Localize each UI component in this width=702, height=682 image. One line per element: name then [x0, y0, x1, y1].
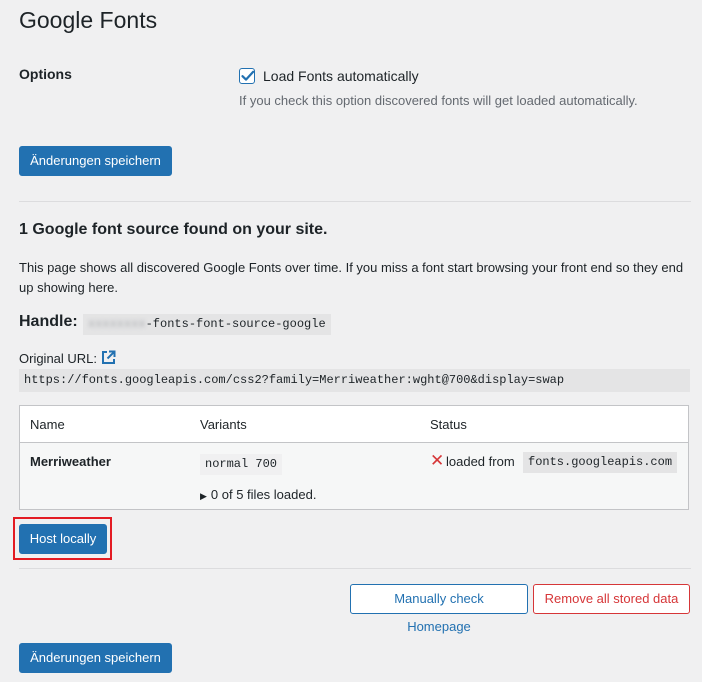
save-changes-button[interactable]: Änderungen speichern	[19, 146, 172, 176]
host-locally-button[interactable]: Host locally	[19, 524, 107, 554]
font-name: Merriweather	[30, 454, 111, 469]
load-fonts-description: If you check this option discovered font…	[239, 93, 638, 108]
check-icon	[241, 70, 255, 81]
remove-stored-data-button[interactable]: Remove all stored data	[533, 584, 690, 614]
table-row: Merriweather normal 700 ▶ 0 of 5 files lo…	[20, 443, 688, 509]
external-link-icon[interactable]	[101, 350, 116, 370]
handle-code: xxxxxxxx-fonts-font-source-google	[83, 314, 331, 335]
redacted-handle-prefix: xxxxxxxx	[88, 317, 146, 331]
font-sources-heading: 1 Google font source found on your site.	[19, 221, 328, 238]
font-table: Name Variants Status Merriweather normal…	[19, 405, 689, 510]
status-text: loaded from	[446, 454, 515, 469]
options-label: Options	[19, 66, 72, 82]
triangle-right-icon: ▶	[200, 491, 207, 501]
save-changes-button-bottom[interactable]: Änderungen speichern	[19, 643, 172, 673]
original-url-label: Original URL:	[19, 351, 98, 366]
status-host: fonts.googleapis.com	[523, 452, 678, 473]
column-header-variants: Variants	[200, 417, 247, 432]
divider	[19, 568, 691, 569]
manual-check-homepage-button[interactable]: Manually check Homepage	[350, 584, 528, 634]
x-icon: ✕	[430, 451, 445, 470]
divider	[19, 201, 691, 202]
load-fonts-label[interactable]: Load Fonts automatically	[263, 68, 419, 84]
handle-label: Handle:	[19, 313, 78, 330]
table-header: Name Variants Status	[20, 406, 688, 443]
variant-code: normal 700	[200, 454, 283, 475]
column-header-name: Name	[30, 417, 65, 432]
page-title: Google Fonts	[19, 7, 158, 33]
font-sources-description: This page shows all discovered Google Fo…	[19, 260, 684, 295]
handle-value: -fonts-font-source-google	[145, 317, 326, 331]
load-fonts-checkbox[interactable]	[239, 68, 255, 84]
files-loaded-text: 0 of 5 files loaded.	[210, 487, 317, 502]
column-header-status: Status	[430, 417, 467, 432]
files-loaded-toggle[interactable]: ▶ 0 of 5 files loaded.	[200, 487, 316, 502]
original-url: https://fonts.googleapis.com/css2?family…	[19, 369, 690, 392]
